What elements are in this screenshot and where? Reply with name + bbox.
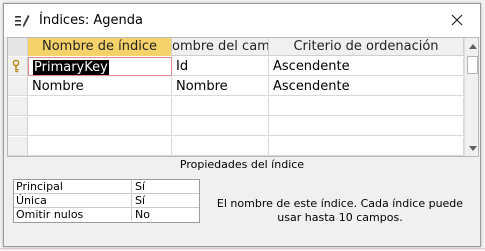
- select-all-corner[interactable]: [8, 38, 28, 56]
- window-title: Índices: Agenda: [39, 13, 143, 28]
- property-help-text: El nombre de este índice. Cada índice pu…: [216, 197, 464, 224]
- property-value[interactable]: Sí: [133, 180, 199, 193]
- index-name-cell[interactable]: Nombre: [28, 77, 172, 96]
- row-selector[interactable]: [8, 77, 28, 95]
- index-name-cell[interactable]: [28, 137, 172, 156]
- scroll-thumb[interactable]: [467, 56, 478, 74]
- sort-order-cell[interactable]: [269, 137, 464, 156]
- column-header-field-name[interactable]: ombre del camp: [172, 38, 269, 56]
- index-name-cell[interactable]: PrimaryKey: [28, 57, 172, 76]
- field-name-cell[interactable]: [172, 117, 269, 136]
- sort-order-cell[interactable]: [269, 97, 464, 116]
- row-selector[interactable]: [8, 97, 28, 115]
- vertical-scrollbar[interactable]: [464, 38, 478, 156]
- property-row-ignore-nulls[interactable]: Omitir nulos No: [14, 208, 199, 222]
- field-name-cell[interactable]: Id: [172, 57, 269, 76]
- property-row-principal[interactable]: Principal Sí: [14, 180, 199, 194]
- table-row[interactable]: PrimaryKey Id Ascendente: [8, 57, 464, 76]
- field-name-cell[interactable]: Nombre: [172, 77, 269, 96]
- field-name-cell[interactable]: [172, 97, 269, 116]
- property-label: Omitir nulos: [14, 208, 132, 221]
- table-row[interactable]: [8, 97, 464, 116]
- indexes-grid: Nombre de índice ombre del camp Criterio…: [7, 37, 479, 157]
- scroll-down-button[interactable]: [465, 140, 478, 156]
- column-header-index-name[interactable]: Nombre de índice: [28, 38, 172, 56]
- properties-table: Principal Sí Única Sí Omitir nulos No: [13, 179, 200, 223]
- close-icon: [451, 14, 463, 26]
- index-name-text: PrimaryKey: [33, 60, 109, 75]
- chevron-down-icon: [468, 145, 477, 151]
- property-label: Principal: [14, 180, 132, 193]
- sort-order-cell[interactable]: Ascendente: [269, 57, 464, 76]
- property-value[interactable]: Sí: [133, 194, 199, 207]
- row-selector[interactable]: [8, 57, 28, 75]
- grid-header: Nombre de índice ombre del camp Criterio…: [8, 38, 464, 56]
- sort-order-cell[interactable]: Ascendente: [269, 77, 464, 96]
- indexes-dialog: Índices: Agenda Nombre de índice ombre d…: [3, 3, 481, 247]
- index-name-cell[interactable]: [28, 97, 172, 116]
- row-selector[interactable]: [8, 117, 28, 135]
- property-label: Única: [14, 194, 132, 207]
- properties-title: Propiedades del índice: [179, 158, 305, 171]
- close-button[interactable]: [440, 6, 474, 34]
- chevron-up-icon: [468, 43, 477, 49]
- field-name-cell[interactable]: [172, 137, 269, 156]
- property-row-unique[interactable]: Única Sí: [14, 194, 199, 208]
- table-row[interactable]: [8, 117, 464, 136]
- scroll-up-button[interactable]: [465, 38, 478, 54]
- index-icon: [15, 15, 30, 28]
- column-header-sort-order[interactable]: Criterio de ordenación: [269, 38, 464, 56]
- background-divider: [0, 248, 485, 249]
- table-row[interactable]: [8, 137, 464, 156]
- row-selector[interactable]: [8, 137, 28, 155]
- title-bar[interactable]: Índices: Agenda: [4, 4, 480, 37]
- primary-key-icon: [12, 59, 20, 73]
- property-value[interactable]: No: [133, 208, 199, 221]
- table-row[interactable]: Nombre Nombre Ascendente: [8, 77, 464, 96]
- sort-order-cell[interactable]: [269, 117, 464, 136]
- index-name-cell[interactable]: [28, 117, 172, 136]
